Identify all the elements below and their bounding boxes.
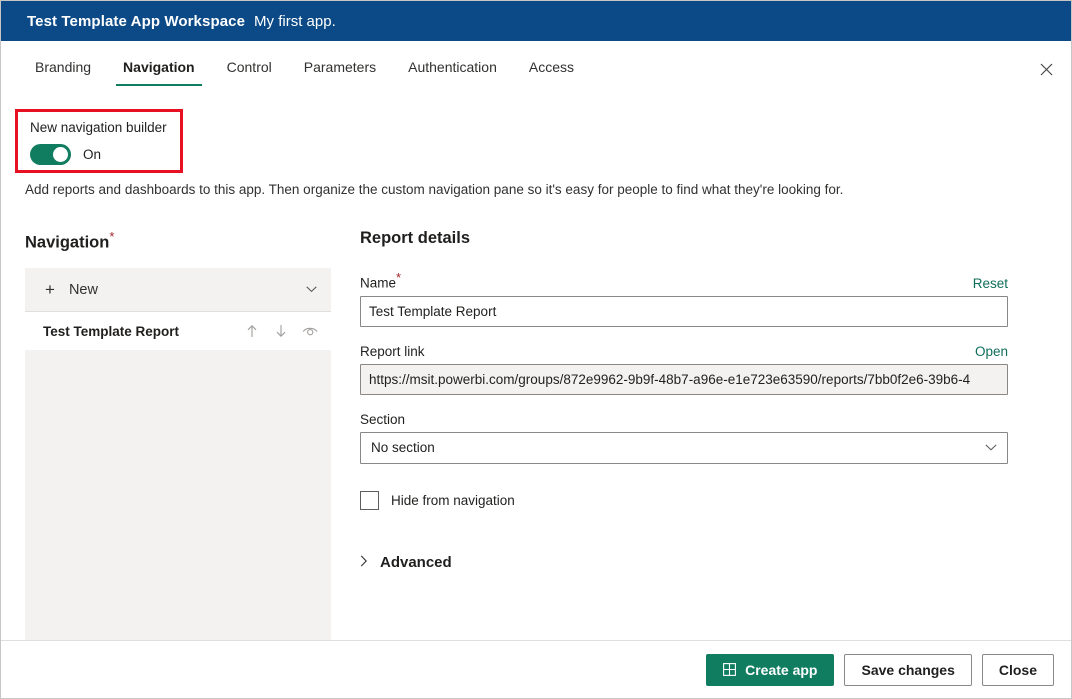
hide-from-navigation-label: Hide from navigation	[391, 492, 515, 508]
new-nav-item-label: New	[68, 281, 98, 298]
close-button-label: Close	[998, 661, 1037, 678]
workspace-name: Test Template App Workspace	[27, 12, 246, 30]
close-icon[interactable]	[1031, 54, 1061, 84]
move-up-icon[interactable]	[243, 322, 261, 340]
name-required-marker: *	[396, 270, 402, 285]
new-nav-item-button[interactable]: + New	[25, 268, 331, 312]
navigation-heading-text: Navigation	[25, 233, 110, 252]
nav-item-name: Test Template Report	[43, 323, 180, 339]
section-selected-value: No section	[371, 440, 435, 455]
navigation-required-marker: *	[109, 229, 115, 244]
save-changes-button[interactable]: Save changes	[844, 653, 972, 686]
tab-authentication[interactable]: Authentication	[398, 59, 507, 86]
tab-parameters[interactable]: Parameters	[294, 59, 386, 86]
new-navigation-builder-switch[interactable]	[30, 144, 71, 165]
section-label: Section	[360, 411, 406, 427]
app-grid-icon	[723, 663, 737, 676]
tab-branding[interactable]: Branding	[25, 59, 101, 86]
create-app-button[interactable]: Create app	[706, 653, 835, 686]
switch-state-label: On	[83, 147, 102, 162]
tab-access[interactable]: Access	[519, 59, 584, 86]
tab-strip: Branding Navigation Control Parameters A…	[1, 41, 1071, 86]
move-down-icon[interactable]	[272, 322, 290, 340]
advanced-section-toggle[interactable]: Advanced	[360, 554, 1008, 571]
advanced-label: Advanced	[380, 553, 452, 571]
list-item[interactable]: Test Template Report	[25, 312, 331, 350]
navigation-description: Add reports and dashboards to this app. …	[25, 182, 844, 197]
section-dropdown[interactable]: No section	[360, 431, 1008, 464]
dialog-titlebar: Test Template App Workspace My first app…	[1, 1, 1071, 41]
app-settings-dialog: Test Template App Workspace My first app…	[0, 0, 1072, 699]
close-button[interactable]: Close	[981, 653, 1054, 686]
new-navigation-builder-label: New navigation builder	[30, 120, 167, 135]
hide-eye-icon[interactable]	[301, 322, 319, 340]
plus-icon: +	[45, 280, 55, 299]
hide-from-navigation-checkbox[interactable]	[360, 490, 379, 510]
report-link-label: Report link	[360, 343, 425, 359]
save-changes-label: Save changes	[861, 661, 955, 678]
name-label-text: Name	[360, 275, 397, 291]
new-navigation-builder-callout: New navigation builder On	[15, 109, 183, 173]
reset-link[interactable]: Reset	[973, 276, 1008, 291]
chevron-down-icon	[985, 442, 997, 454]
name-label: Name*	[360, 270, 401, 291]
chevron-down-icon[interactable]	[306, 284, 317, 296]
create-app-label: Create app	[745, 661, 818, 678]
report-details-pane: Report details Name* Reset Report link O…	[360, 229, 1008, 571]
tab-control[interactable]: Control	[217, 59, 282, 86]
nav-item-actions	[243, 322, 319, 340]
navigation-heading: Navigation*	[25, 229, 114, 253]
report-link-input[interactable]	[360, 363, 1008, 395]
name-field-header: Name* Reset	[360, 270, 1008, 291]
name-input[interactable]	[360, 295, 1008, 327]
tab-navigation[interactable]: Navigation	[113, 59, 205, 86]
navigation-panel: + New Test Template Report	[25, 268, 331, 640]
section-field-header: Section	[360, 412, 1008, 427]
switch-knob	[53, 147, 68, 162]
new-navigation-builder-toggle-row: On	[30, 144, 180, 165]
chevron-right-icon	[360, 555, 380, 570]
dialog-footer: Create app Save changes Close	[1, 640, 1071, 698]
report-details-title: Report details	[360, 229, 471, 247]
report-link-field-header: Report link Open	[360, 344, 1008, 359]
open-link[interactable]: Open	[975, 344, 1008, 359]
app-name: My first app.	[254, 12, 336, 30]
hide-from-navigation-row[interactable]: Hide from navigation	[360, 490, 1008, 510]
